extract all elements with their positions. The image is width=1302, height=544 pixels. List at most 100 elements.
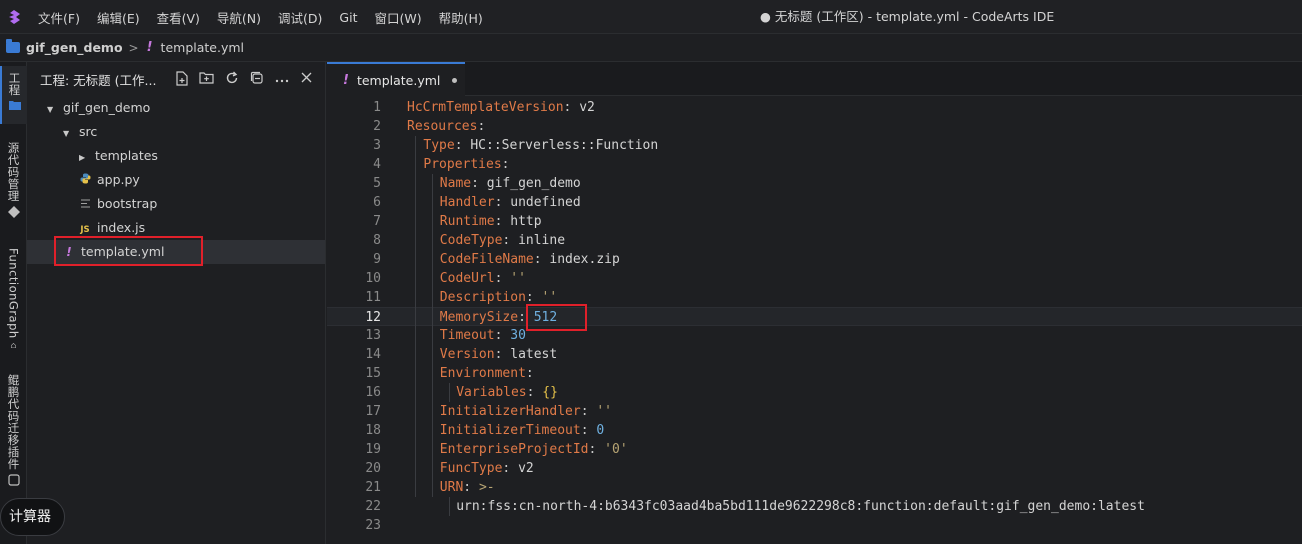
menu-item[interactable]: 调试(D) — [278, 8, 322, 27]
menu-item[interactable]: 查看(V) — [157, 8, 200, 27]
yaml-colon: : — [502, 233, 511, 248]
yaml-key: InitializerTimeout — [439, 423, 581, 438]
refresh-icon[interactable] — [223, 71, 240, 88]
line-number: 3 — [373, 138, 381, 153]
code-text: InitializerHandler: '' — [440, 402, 612, 421]
file-tree: ▼ gif_gen_demo ▼ src ▶ templates app.py bootstr… — [27, 96, 325, 266]
menu-item[interactable]: 导航(N) — [217, 8, 261, 27]
code-line[interactable]: 2 Resources: — [327, 117, 1302, 136]
code-text: urn:fss:cn-north-4:b6343fc03aad4ba5bd111… — [456, 497, 1145, 516]
editor-tabs: ! template.yml — [327, 62, 1302, 96]
code-line[interactable]: 17 InitializerHandler: '' — [327, 402, 1302, 421]
tree-item-label: bootstrap — [97, 196, 158, 211]
explorer-title: 工程: 无标题 (工作... — [40, 72, 157, 88]
title-bar: 文件(F) 编辑(E) 查看(V) 导航(N) 调试(D) Git 窗口(W) 帮助(H) ●… — [0, 0, 1302, 34]
indent-guide — [449, 383, 450, 402]
yaml-colon: : — [533, 252, 542, 267]
explorer-actions — [165, 62, 315, 96]
calculator-badge[interactable]: 计算器 — [0, 498, 65, 536]
yaml-colon: : — [494, 347, 503, 362]
code-text: HcCrmTemplateVersion: v2 — [407, 98, 595, 117]
yaml-value: '' — [596, 404, 612, 419]
activity-functiongraph-label: FunctionGraph — [6, 248, 21, 339]
close-icon[interactable] — [298, 71, 315, 88]
breadcrumb-project[interactable]: gif_gen_demo — [26, 40, 123, 55]
code-line[interactable]: 12 MemorySize: 512 — [327, 304, 1302, 331]
yaml-key: Type — [423, 138, 455, 153]
yaml-key: FuncType — [439, 461, 503, 476]
code-line[interactable]: 15 Environment: — [327, 364, 1302, 383]
code-text: URN: >- — [440, 478, 495, 497]
more-icon[interactable] — [273, 71, 290, 88]
menu-item[interactable]: 编辑(E) — [97, 8, 140, 27]
line-number: 12 — [365, 310, 381, 325]
menu-item[interactable]: 文件(F) — [38, 8, 80, 27]
code-line[interactable]: 4 Properties: — [327, 155, 1302, 174]
menu-bar: 文件(F) 编辑(E) 查看(V) 导航(N) 调试(D) Git 窗口(W) 帮助(H) — [38, 0, 500, 34]
code-line[interactable]: 1 HcCrmTemplateVersion: v2 — [327, 98, 1302, 117]
code-line[interactable]: 21 URN: >- — [327, 478, 1302, 497]
tree-folder[interactable]: ▶ templates — [27, 144, 325, 168]
yaml-file-icon: ! — [146, 40, 153, 55]
line-number: 18 — [365, 423, 381, 438]
yaml-colon: : — [494, 328, 503, 343]
yaml-key: MemorySize — [439, 310, 519, 325]
code-line[interactable]: 23 — [327, 516, 1302, 535]
activity-source-control[interactable]: 源代码管理 — [0, 142, 27, 224]
yaml-value: 0 — [596, 423, 605, 438]
code-line[interactable]: 16 Variables: {} — [327, 383, 1302, 402]
modified-dot-icon[interactable] — [452, 77, 458, 83]
yaml-value: HC::Serverless::Function — [470, 138, 659, 153]
text-file-icon — [79, 194, 91, 218]
menu-item[interactable]: Git — [339, 10, 357, 25]
new-file-icon[interactable] — [173, 70, 190, 88]
code-line[interactable]: 18 InitializerTimeout: 0 — [327, 421, 1302, 440]
line-number: 1 — [373, 100, 381, 115]
code-line[interactable]: 5 Name: gif_gen_demo — [327, 174, 1302, 193]
code-line[interactable]: 6 Handler: undefined — [327, 193, 1302, 212]
tree-folder[interactable]: ▼ src — [27, 120, 325, 144]
yaml-key: CodeFileName — [439, 252, 534, 267]
yaml-key: Environment — [439, 366, 526, 381]
yaml-key: Resources — [407, 119, 478, 134]
code-line[interactable]: 10 CodeUrl: '' — [327, 269, 1302, 288]
code-line[interactable]: 7 Runtime: http — [327, 212, 1302, 231]
collapse-all-icon[interactable] — [248, 71, 265, 88]
tree-file[interactable]: app.py — [27, 168, 325, 192]
menu-item[interactable]: 窗口(W) — [374, 8, 421, 27]
code-line[interactable]: 11 Description: '' — [327, 288, 1302, 307]
yaml-value: '' — [510, 271, 526, 286]
code-line[interactable]: 8 CodeType: inline — [327, 231, 1302, 250]
line-number: 21 — [365, 480, 381, 495]
tab-template-yml[interactable]: ! template.yml — [327, 62, 465, 96]
menu-item[interactable]: 帮助(H) — [439, 8, 483, 27]
tree-folder[interactable]: ▼ gif_gen_demo — [27, 96, 325, 120]
code-line[interactable]: 14 Version: latest — [327, 345, 1302, 364]
yaml-colon: : — [477, 119, 486, 134]
yaml-key: EnterpriseProjectId — [439, 442, 589, 457]
code-text: MemorySize: 512 — [439, 304, 587, 331]
line-number: 20 — [365, 461, 381, 476]
activity-project[interactable]: 工程 — [0, 66, 27, 124]
line-number: 23 — [365, 518, 381, 533]
yaml-file-icon: ! — [66, 245, 72, 259]
yaml-key: Description — [439, 290, 526, 305]
breadcrumb-file[interactable]: template.yml — [161, 40, 244, 55]
code-editor[interactable]: 1 HcCrmTemplateVersion: v2 2 Resources: 3 Typ… — [327, 96, 1302, 544]
activity-functiongraph[interactable]: FunctionGraph — [0, 248, 27, 348]
code-line[interactable]: 3 Type: HC::Serverless::Function — [327, 136, 1302, 155]
code-line[interactable]: 19 EnterpriseProjectId: '0' — [327, 440, 1302, 459]
code-line[interactable]: 22 urn:fss:cn-north-4:b6343fc03aad4ba5bd1… — [327, 497, 1302, 516]
activity-migration-plugin[interactable]: 鲲鹏代码迁移插件 — [0, 374, 27, 494]
tree-file[interactable]: ! template.yml — [27, 236, 325, 266]
yaml-value: inline — [518, 233, 566, 248]
explorer-panel: 工程: 无标题 (工作... ▼ gif_gen_demo ▼ src ▶ templat… — [27, 62, 326, 544]
line-number: 17 — [365, 404, 381, 419]
code-line[interactable]: 9 CodeFileName: index.zip — [327, 250, 1302, 269]
new-folder-icon[interactable] — [198, 71, 215, 88]
tree-file[interactable]: JS index.js — [27, 216, 325, 240]
code-line[interactable]: 20 FuncType: v2 — [327, 459, 1302, 478]
yaml-value: >- — [478, 480, 495, 495]
code-line[interactable]: 13 Timeout: 30 — [327, 326, 1302, 345]
tree-file[interactable]: bootstrap — [27, 192, 325, 216]
